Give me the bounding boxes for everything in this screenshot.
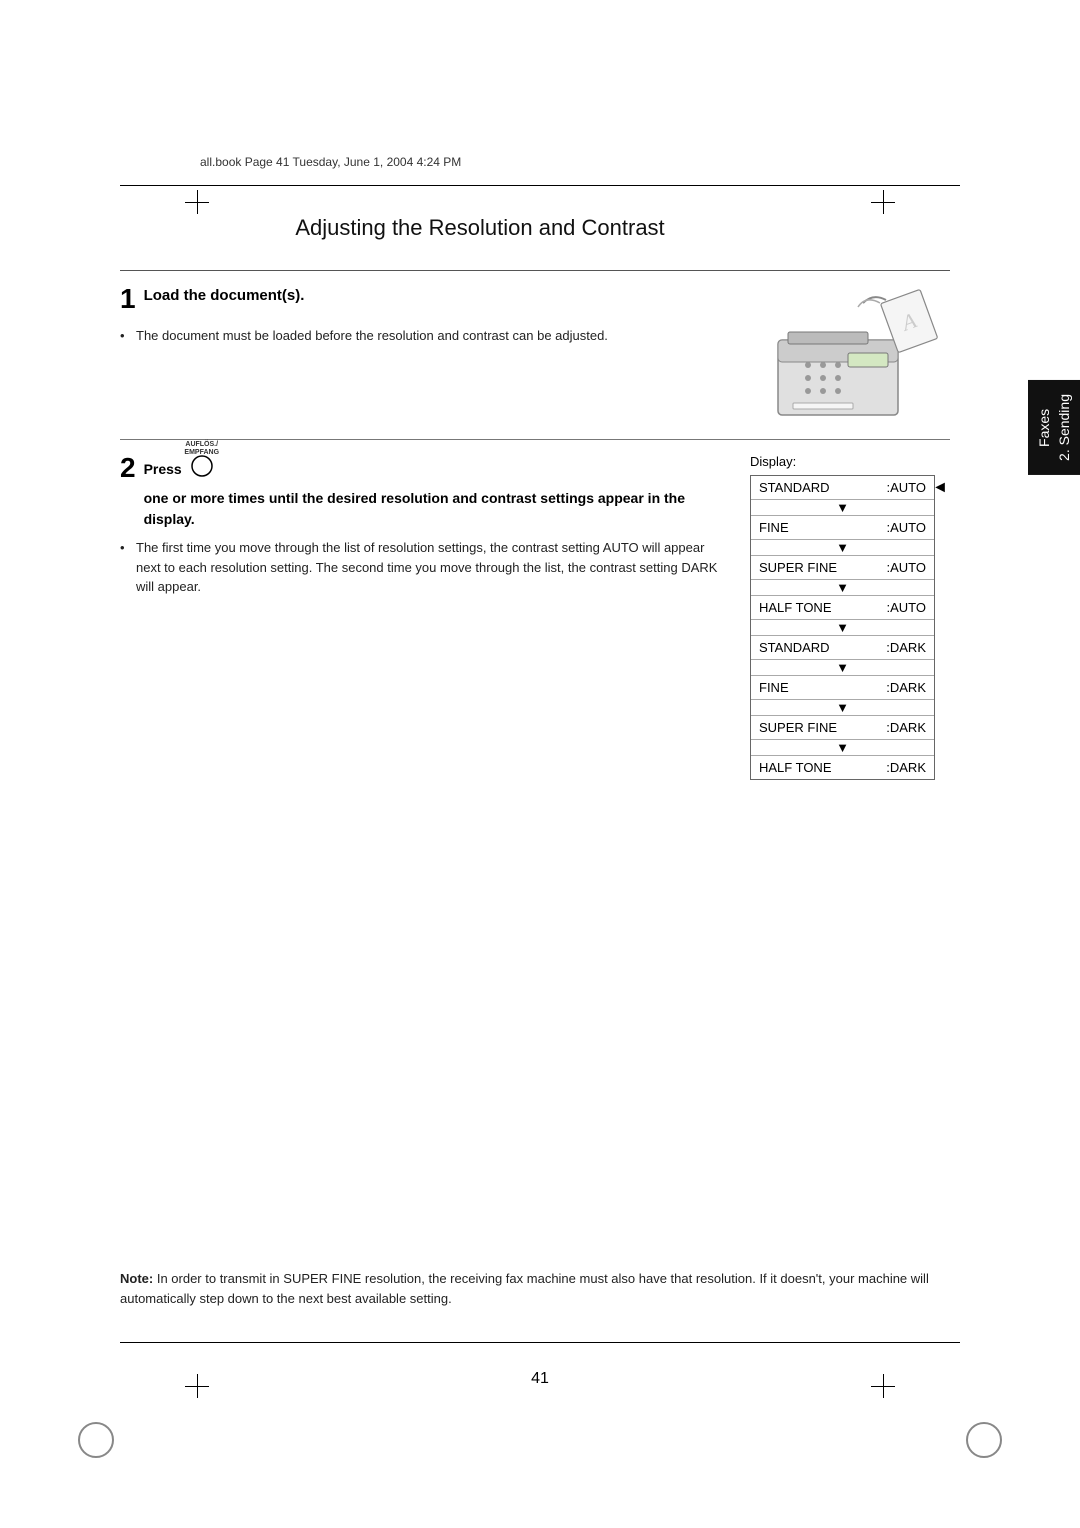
note-text: In order to transmit in SUPER FINE resol… [120, 1271, 929, 1306]
display-table: STANDARD :AUTO ◄ ▼ FINE :AUTO ▼ SUPER FI… [750, 475, 935, 780]
fax-machine-svg: A [758, 285, 943, 425]
arrow-6: ▼ [751, 700, 934, 716]
step2-bullet: The first time you move through the list… [120, 538, 730, 597]
step1-bullet: The document must be loaded before the r… [120, 326, 730, 346]
resolution-button-icon[interactable] [190, 454, 214, 478]
display-row-1-right: :AUTO [887, 480, 927, 495]
display-row-5-right: :DARK [886, 640, 926, 655]
bottom-border [120, 1342, 960, 1343]
top-border [120, 185, 960, 186]
button-label-bottom: EMPFANG [184, 449, 219, 457]
display-row-7-left: SUPER FINE [759, 720, 886, 735]
arrow-2: ▼ [751, 540, 934, 556]
display-row-4-right: :AUTO [887, 600, 927, 615]
button-label-top: AUFLÖS./ [185, 441, 218, 449]
step1-number: 1 [120, 285, 136, 313]
display-row-8: HALF TONE :DARK [751, 756, 934, 779]
step1-fax-illustration: A [750, 285, 950, 425]
display-row-5: STANDARD :DARK [751, 636, 934, 660]
step1-heading: Load the document(s). [144, 285, 305, 306]
step2-display-panel: Display: STANDARD :AUTO ◄ ▼ FINE :AUTO ▼… [750, 454, 950, 780]
display-row-1: STANDARD :AUTO ◄ [751, 476, 934, 500]
display-row-3-left: SUPER FINE [759, 560, 887, 575]
display-row-1-left: STANDARD [759, 480, 887, 495]
display-label: Display: [750, 454, 950, 469]
arrow-4: ▼ [751, 620, 934, 636]
step2-heading-middle: one or more times until the desired reso… [144, 488, 730, 530]
arrow-3: ▼ [751, 580, 934, 596]
display-row-2-right: :AUTO [887, 520, 927, 535]
step2-press-label: Press [144, 459, 182, 480]
side-tab-text2: 2. Sending [1056, 394, 1072, 461]
main-content: 1 Load the document(s). The document mus… [120, 270, 950, 1308]
arrow-1: ▼ [751, 500, 934, 516]
display-row-2-left: FINE [759, 520, 887, 535]
arrow-7: ▼ [751, 740, 934, 756]
arrow-5: ▼ [751, 660, 934, 676]
step1-left: 1 Load the document(s). The document mus… [120, 285, 730, 425]
display-row-7: SUPER FINE :DARK [751, 716, 934, 740]
side-tab-text: Faxes [1036, 408, 1052, 446]
display-row-7-right: :DARK [886, 720, 926, 735]
display-row-6: FINE :DARK [751, 676, 934, 700]
display-row-3: SUPER FINE :AUTO [751, 556, 934, 580]
corner-decoration-br [966, 1422, 1002, 1458]
display-row-6-left: FINE [759, 680, 886, 695]
registration-mark-tl [185, 190, 209, 214]
step2-section: 2 Press AUFLÖS./ EMPFANG one or more tim… [120, 440, 950, 780]
display-row-8-left: HALF TONE [759, 760, 886, 775]
display-row-4: HALF TONE :AUTO [751, 596, 934, 620]
side-tab: Faxes 2. Sending [1028, 380, 1080, 475]
display-row-5-left: STANDARD [759, 640, 886, 655]
selected-indicator-1: ◄ [932, 479, 948, 497]
step2-left: 2 Press AUFLÖS./ EMPFANG one or more tim… [120, 454, 730, 780]
step2-number: 2 [120, 454, 136, 482]
step1-section: 1 Load the document(s). The document mus… [120, 270, 950, 440]
note-bold: Note: [120, 1271, 153, 1286]
display-row-6-right: :DARK [886, 680, 926, 695]
display-row-4-left: HALF TONE [759, 600, 887, 615]
display-row-3-right: :AUTO [887, 560, 927, 575]
file-info: all.book Page 41 Tuesday, June 1, 2004 4… [200, 155, 461, 169]
page-number: 41 [0, 1370, 1080, 1388]
page-title: Adjusting the Resolution and Contrast [0, 215, 960, 241]
display-row-2: FINE :AUTO [751, 516, 934, 540]
display-row-8-right: :DARK [886, 760, 926, 775]
note-section: Note: In order to transmit in SUPER FINE… [120, 1269, 950, 1308]
corner-decoration-bl [78, 1422, 114, 1458]
registration-mark-tr [871, 190, 895, 214]
